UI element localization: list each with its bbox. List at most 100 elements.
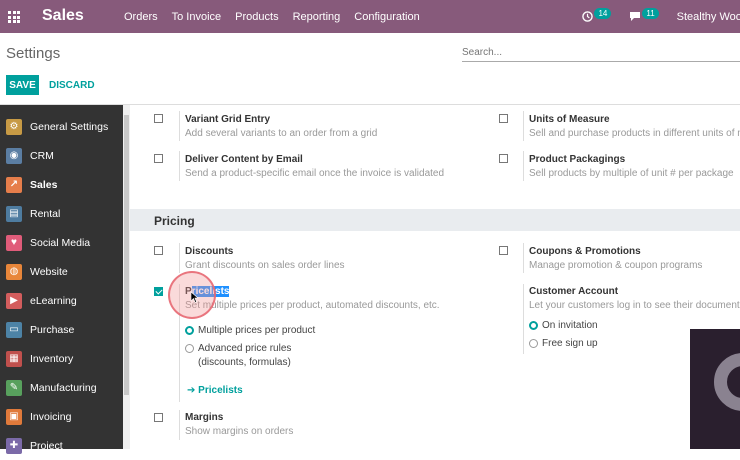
deliver-content-checkbox[interactable]: [154, 154, 163, 163]
sidebar-item-elearning[interactable]: ▶ eLearning: [0, 286, 123, 315]
clock-icon: [582, 11, 594, 22]
pricing-section-header: Pricing: [130, 209, 740, 231]
settings-sidebar: ⚙ General Settings ◉ CRM ↗ Sales ▤ Renta…: [0, 105, 123, 454]
sidebar-item-website[interactable]: ◍ Website: [0, 257, 123, 286]
sidebar-item-label: General Settings: [30, 120, 109, 133]
sidebar-item-label: Rental: [30, 207, 61, 220]
message-badge: 11: [642, 8, 659, 19]
units-of-measure-checkbox[interactable]: [499, 114, 508, 123]
control-panel: Settings SAVE DISCARD: [0, 33, 740, 105]
elearning-icon: ▶: [6, 292, 22, 309]
sidebar-item-general-settings[interactable]: ⚙ General Settings: [0, 112, 123, 141]
menu-products[interactable]: Products: [235, 11, 278, 23]
sidebar-item-label: Invoicing: [30, 410, 72, 423]
wrench-icon: ✎: [6, 379, 22, 396]
units-of-measure-title: Units of Measure: [529, 114, 610, 125]
sidebar-item-label: Manufacturing: [30, 381, 97, 394]
divider: [523, 111, 524, 141]
menu-orders[interactable]: Orders: [124, 11, 158, 23]
pricelist-multiple-radio[interactable]: [185, 326, 194, 335]
sidebar-item-label: Social Media: [30, 236, 91, 249]
discounts-desc: Grant discounts on sales order lines: [185, 260, 345, 271]
divider: [179, 111, 180, 141]
sidebar-item-label: Sales: [30, 178, 58, 191]
sidebar-item-label: Purchase: [30, 323, 75, 336]
variant-grid-title: Variant Grid Entry: [185, 114, 271, 125]
sidebar-item-sales[interactable]: ↗ Sales: [0, 170, 123, 199]
customer-invitation-label: On invitation: [542, 320, 598, 331]
sidebar-item-crm[interactable]: ◉ CRM: [0, 141, 123, 170]
menu-reporting[interactable]: Reporting: [293, 11, 341, 23]
systray: 14 11 Stealthy Wood: [582, 0, 740, 33]
divider: [523, 284, 524, 354]
sidebar-item-label: eLearning: [30, 294, 77, 307]
sidebar-item-label: Inventory: [30, 352, 74, 365]
menu-to-invoice[interactable]: To Invoice: [172, 11, 222, 23]
discounts-checkbox[interactable]: [154, 246, 163, 255]
deliver-content-title: Deliver Content by Email: [185, 154, 303, 165]
activity-badge: 14: [594, 8, 612, 19]
customer-signup-radio[interactable]: [529, 339, 538, 348]
pricelists-desc: Set multiple prices per product, automat…: [185, 300, 440, 311]
chat-icon: [630, 12, 641, 21]
customer-account-title: Customer Account: [529, 286, 619, 297]
box-icon: ▦: [6, 350, 22, 367]
sidebar-item-rental[interactable]: ▤ Rental: [0, 199, 123, 228]
sidebar-item-label: Project: [30, 439, 63, 452]
divider: [523, 243, 524, 273]
sidebar-item-project[interactable]: ✚ Project: [0, 431, 123, 460]
activity-menu[interactable]: 14: [582, 8, 612, 22]
thumbs-up-icon: ♥: [6, 234, 22, 251]
coupons-checkbox[interactable]: [499, 246, 508, 255]
search-input[interactable]: [462, 44, 740, 62]
purchase-icon: ▭: [6, 321, 22, 338]
sidebar-item-social-media[interactable]: ♥ Social Media: [0, 228, 123, 257]
app-name[interactable]: Sales: [42, 7, 84, 25]
globe-icon: ◍: [6, 263, 22, 280]
discard-button[interactable]: DISCARD: [49, 80, 95, 91]
arrow-right-icon: ➔: [187, 385, 196, 396]
chart-icon: ↗: [6, 176, 22, 193]
pricelists-link[interactable]: ➔ Pricelists: [187, 385, 243, 396]
coupons-title: Coupons & Promotions: [529, 246, 641, 257]
product-packagings-checkbox[interactable]: [499, 154, 508, 163]
pricelists-link-label: Pricelists: [198, 385, 243, 396]
company-switcher[interactable]: Stealthy Wood: [677, 11, 740, 23]
margins-checkbox[interactable]: [154, 413, 163, 422]
menu-configuration[interactable]: Configuration: [354, 11, 419, 23]
deliver-content-desc: Send a product-specific email once the i…: [185, 168, 445, 179]
customer-account-desc: Let your customers log in to see their d…: [529, 300, 740, 311]
variant-grid-checkbox[interactable]: [154, 114, 163, 123]
webcam-overlay: [690, 329, 740, 449]
pricelist-advanced-sublabel: (discounts, formulas): [198, 357, 291, 368]
pricelists-checkbox[interactable]: [154, 287, 163, 296]
pricelist-advanced-label: Advanced price rules: [198, 343, 292, 354]
settings-content: Variant Grid Entry Add several variants …: [130, 105, 740, 449]
top-navbar: Sales Orders To Invoice Products Reporti…: [0, 0, 740, 33]
gear-icon: ⚙: [6, 118, 22, 135]
pricelist-advanced-radio[interactable]: [185, 344, 194, 353]
divider: [179, 410, 180, 440]
save-button[interactable]: SAVE: [6, 75, 39, 95]
variant-grid-desc: Add several variants to an order from a …: [185, 128, 378, 139]
customer-invitation-radio[interactable]: [529, 321, 538, 330]
pricelist-multiple-label: Multiple prices per product: [198, 325, 316, 336]
units-of-measure-desc: Sell and purchase products in different …: [529, 128, 740, 139]
sidebar-item-invoicing[interactable]: ▣ Invoicing: [0, 402, 123, 431]
divider: [179, 243, 180, 273]
calendar-icon: ▤: [6, 205, 22, 222]
apps-menu-icon[interactable]: [8, 11, 20, 23]
sidebar-scrollbar[interactable]: [123, 105, 130, 449]
scrollbar-thumb[interactable]: [124, 115, 129, 395]
divider: [179, 151, 180, 181]
messaging-menu[interactable]: 11: [629, 8, 659, 22]
discounts-title: Discounts: [185, 246, 234, 257]
sidebar-item-manufacturing[interactable]: ✎ Manufacturing: [0, 373, 123, 402]
sidebar-item-purchase[interactable]: ▭ Purchase: [0, 315, 123, 344]
sidebar-item-inventory[interactable]: ▦ Inventory: [0, 344, 123, 373]
puzzle-icon: ✚: [6, 437, 22, 454]
product-packagings-title: Product Packagings: [529, 154, 626, 165]
handshake-icon: ◉: [6, 147, 22, 164]
sidebar-item-label: Website: [30, 265, 68, 278]
section-title: Pricing: [154, 214, 195, 228]
